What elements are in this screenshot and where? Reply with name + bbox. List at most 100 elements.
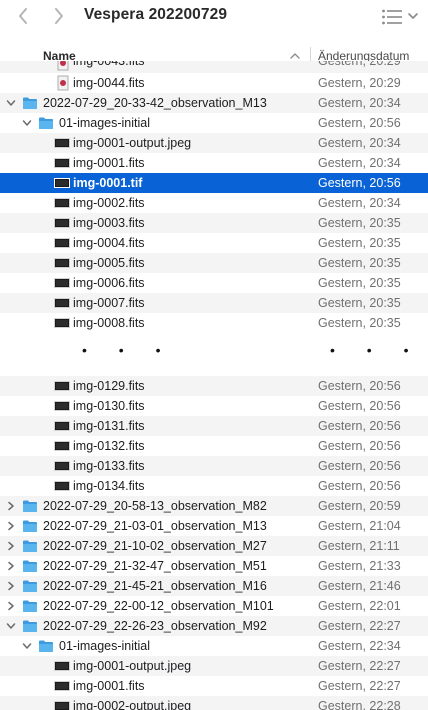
item-modified-date: Gestern, 21:11	[318, 539, 400, 553]
file-row[interactable]: img-0001-output.jpeg Gestern, 20:34	[0, 133, 428, 153]
item-name: 2022-07-29_21-10-02_observation_M27	[43, 539, 267, 553]
item-name: 2022-07-29_22-26-23_observation_M92	[43, 619, 267, 633]
disclosure-expanded-icon[interactable]	[6, 98, 16, 108]
image-file-icon	[54, 178, 70, 188]
item-modified-date: Gestern, 20:56	[318, 459, 401, 473]
file-row[interactable]: img-0001-output.jpeg Gestern, 22:27	[0, 656, 428, 676]
disclosure-expanded-icon[interactable]	[6, 621, 16, 631]
disclosure-expanded-icon[interactable]	[22, 118, 32, 128]
file-row[interactable]: img-0006.fits Gestern, 20:35	[0, 273, 428, 293]
image-file-icon	[54, 198, 70, 208]
image-file-icon	[54, 441, 70, 451]
item-name: img-0001-output.jpeg	[73, 136, 192, 150]
file-row[interactable]: img-0007.fits Gestern, 20:35	[0, 293, 428, 313]
folder-icon	[23, 580, 37, 592]
item-name: 2022-07-29_21-03-01_observation_M13	[43, 519, 267, 533]
item-name: img-0004.fits	[73, 236, 145, 250]
folder-icon	[23, 500, 37, 512]
file-row[interactable]: img-0008.fits Gestern, 20:35	[0, 313, 428, 333]
disclosure-collapsed-icon[interactable]	[6, 561, 16, 571]
file-row[interactable]: img-0043.fits Gestern, 20:29	[0, 61, 428, 73]
folder-row[interactable]: 2022-07-29_22-00-12_observation_M101 Gest…	[0, 596, 428, 616]
folder-row[interactable]: 2022-07-29_20-58-13_observation_M82 Geste…	[0, 496, 428, 516]
file-row[interactable]: img-0132.fits Gestern, 20:56	[0, 436, 428, 456]
item-name: img-0002.fits	[73, 196, 145, 210]
disclosure-collapsed-icon[interactable]	[6, 521, 16, 531]
back-button[interactable]	[12, 4, 34, 28]
disclosure-collapsed-icon[interactable]	[6, 541, 16, 551]
disclosure-expanded-icon[interactable]	[22, 641, 32, 651]
item-modified-date: Gestern, 20:34	[318, 96, 401, 110]
folder-row[interactable]: 2022-07-29_21-10-02_observation_M27 Geste…	[0, 536, 428, 556]
item-modified-date: Gestern, 20:35	[318, 276, 401, 290]
image-file-icon	[54, 381, 70, 391]
file-row[interactable]: img-0004.fits Gestern, 20:35	[0, 233, 428, 253]
item-modified-date: Gestern, 20:56	[318, 399, 401, 413]
folder-row[interactable]: 2022-07-29_20-33-42_observation_M13 Geste…	[0, 93, 428, 113]
file-row[interactable]: img-0044.fits Gestern, 20:29	[0, 73, 428, 93]
sort-ascending-icon[interactable]	[290, 52, 300, 60]
item-name: 2022-07-29_21-45-21_observation_M16	[43, 579, 267, 593]
folder-row[interactable]: 2022-07-29_22-26-23_observation_M92 Geste…	[0, 616, 428, 636]
item-name: 2022-07-29_21-32-47_observation_M51	[43, 559, 267, 573]
disclosure-collapsed-icon[interactable]	[6, 581, 16, 591]
item-modified-date: Gestern, 22:27	[318, 659, 401, 673]
folder-icon	[23, 600, 37, 612]
image-file-icon	[54, 258, 70, 268]
image-file-icon	[54, 701, 70, 710]
item-modified-date: Gestern, 20:34	[318, 136, 401, 150]
file-row[interactable]: img-0001.tif Gestern, 20:56	[0, 173, 428, 193]
item-modified-date: Gestern, 20:56	[318, 479, 401, 493]
ellipsis-right: • • •	[330, 342, 423, 358]
item-modified-date: Gestern, 20:35	[318, 316, 401, 330]
file-row[interactable]: img-0130.fits Gestern, 20:56	[0, 396, 428, 416]
item-modified-date: Gestern, 20:56	[318, 176, 401, 190]
file-row[interactable]: img-0002-output.jpeg Gestern, 22:28	[0, 696, 428, 710]
image-file-icon	[54, 278, 70, 288]
folder-row[interactable]: 2022-07-29_21-03-01_observation_M13 Geste…	[0, 516, 428, 536]
folder-row[interactable]: 2022-07-29_21-45-21_observation_M16 Geste…	[0, 576, 428, 596]
file-row[interactable]: img-0005.fits Gestern, 20:35	[0, 253, 428, 273]
folder-row[interactable]: 01-images-initial Gestern, 22:34	[0, 636, 428, 656]
folder-icon	[39, 640, 53, 652]
item-name: 2022-07-29_20-58-13_observation_M82	[43, 499, 267, 513]
folder-icon	[23, 97, 37, 109]
ellipsis-left: • • •	[82, 342, 175, 358]
item-modified-date: Gestern, 20:34	[318, 196, 401, 210]
item-name: img-0001-output.jpeg	[73, 659, 192, 673]
forward-button[interactable]	[48, 4, 70, 28]
file-row[interactable]: img-0129.fits Gestern, 20:56	[0, 376, 428, 396]
item-name: img-0131.fits	[73, 419, 145, 433]
file-row[interactable]: img-0131.fits Gestern, 20:56	[0, 416, 428, 436]
image-file-icon	[54, 298, 70, 308]
file-row[interactable]: img-0133.fits Gestern, 20:56	[0, 456, 428, 476]
item-modified-date: Gestern, 20:56	[318, 439, 401, 453]
image-file-icon	[54, 238, 70, 248]
image-file-icon	[54, 461, 70, 471]
item-name: img-0001.fits	[73, 679, 145, 693]
file-row[interactable]: img-0003.fits Gestern, 20:35	[0, 213, 428, 233]
file-row[interactable]: img-0001.fits Gestern, 20:34	[0, 153, 428, 173]
item-name: img-0001.fits	[73, 156, 145, 170]
folder-row[interactable]: 01-images-initial Gestern, 20:56	[0, 113, 428, 133]
file-row[interactable]: img-0001.fits Gestern, 22:27	[0, 676, 428, 696]
disclosure-collapsed-icon[interactable]	[6, 501, 16, 511]
item-name: img-0003.fits	[73, 216, 145, 230]
item-name: 01-images-initial	[59, 116, 151, 130]
item-modified-date: Gestern, 20:35	[318, 296, 401, 310]
image-file-icon	[54, 138, 70, 148]
file-row[interactable]: img-0134.fits Gestern, 20:56	[0, 476, 428, 496]
omitted-rows-ellipsis: • • • • • •	[0, 333, 428, 376]
image-file-icon	[54, 218, 70, 228]
item-name: img-0130.fits	[73, 399, 145, 413]
folder-icon	[23, 520, 37, 532]
chevron-down-icon[interactable]	[407, 10, 419, 22]
list-view-button[interactable]	[381, 8, 403, 26]
item-name: img-0001.tif	[73, 176, 143, 190]
file-row[interactable]: img-0002.fits Gestern, 20:34	[0, 193, 428, 213]
image-file-icon	[54, 158, 70, 168]
disclosure-collapsed-icon[interactable]	[6, 601, 16, 611]
item-name: img-0044.fits	[73, 76, 145, 90]
folder-row[interactable]: 2022-07-29_21-32-47_observation_M51 Geste…	[0, 556, 428, 576]
item-modified-date: Gestern, 21:46	[318, 579, 401, 593]
